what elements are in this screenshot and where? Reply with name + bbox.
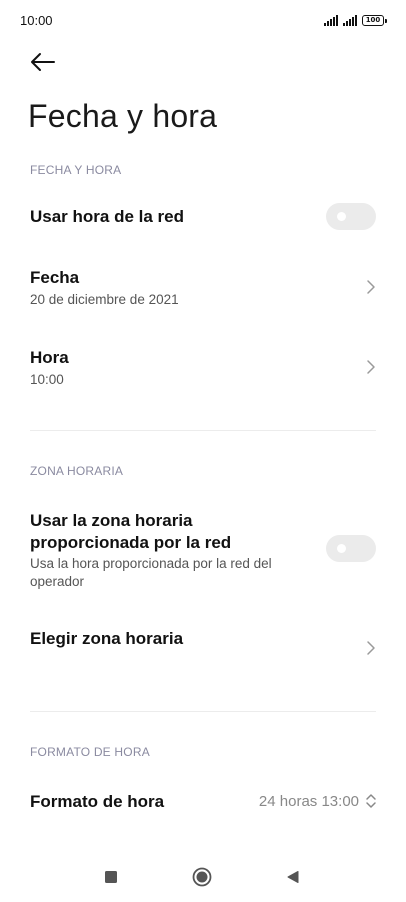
navigation-bar: [0, 854, 406, 902]
section-header-date-time: FECHA Y HORA: [30, 163, 122, 177]
arrow-left-icon: [31, 53, 55, 71]
chevron-right-icon: [367, 280, 375, 294]
date-value: 20 de diciembre de 2021: [30, 292, 179, 307]
network-zone-row[interactable]: Usar la zona horaria proporcionada por l…: [0, 500, 406, 596]
divider: [30, 430, 376, 431]
chevron-up-down-icon: [366, 794, 376, 808]
back-triangle-icon: [287, 871, 299, 883]
date-row[interactable]: Fecha 20 de diciembre de 2021: [0, 258, 406, 318]
section-header-time-zone: ZONA HORARIA: [30, 464, 124, 478]
status-icons: 100: [324, 12, 387, 26]
status-bar: 10:00 100: [0, 0, 406, 40]
network-zone-description-line1: Usa la hora proporcionada por la red del: [30, 556, 272, 571]
recents-square-icon: [105, 871, 117, 883]
network-time-label: Usar hora de la red: [30, 207, 185, 226]
time-label: Hora: [30, 348, 69, 367]
status-time: 10:00: [20, 13, 53, 28]
choose-zone-label: Elegir zona horaria: [30, 629, 184, 648]
network-time-toggle[interactable]: [326, 203, 376, 230]
time-format-value: 24 horas 13:00: [258, 793, 359, 810]
network-zone-description-line2: operador: [30, 574, 85, 589]
section-header-time-format: FORMATO DE HORA: [30, 745, 150, 759]
battery-level: 100: [365, 16, 381, 24]
network-zone-label-line2: proporcionada por la red: [30, 533, 232, 552]
home-circle-icon: [192, 867, 212, 887]
home-button[interactable]: [192, 867, 212, 887]
toggle-knob: [337, 544, 346, 553]
choose-zone-row[interactable]: Elegir zona horaria: [0, 616, 406, 680]
network-time-row[interactable]: Usar hora de la red: [0, 196, 406, 238]
chevron-right-icon: [367, 641, 375, 655]
chevron-right-icon: [367, 360, 375, 374]
battery-icon: 100: [362, 15, 387, 26]
time-row[interactable]: Hora 10:00: [0, 338, 406, 398]
toggle-knob: [337, 212, 346, 221]
signal-icon: [343, 15, 357, 26]
time-value: 10:00: [30, 372, 64, 387]
date-label: Fecha: [30, 268, 80, 287]
recents-button[interactable]: [104, 870, 118, 884]
nav-back-button[interactable]: [286, 870, 300, 884]
time-format-label: Formato de hora: [30, 792, 165, 811]
signal-icon: [324, 15, 338, 26]
network-zone-toggle[interactable]: [326, 535, 376, 562]
divider: [30, 711, 376, 712]
back-button[interactable]: [28, 48, 58, 76]
page-title: Fecha y hora: [28, 98, 218, 134]
network-zone-label-line1: Usar la zona horaria: [30, 511, 193, 530]
time-format-row[interactable]: Formato de hora 24 horas 13:00: [0, 778, 406, 824]
